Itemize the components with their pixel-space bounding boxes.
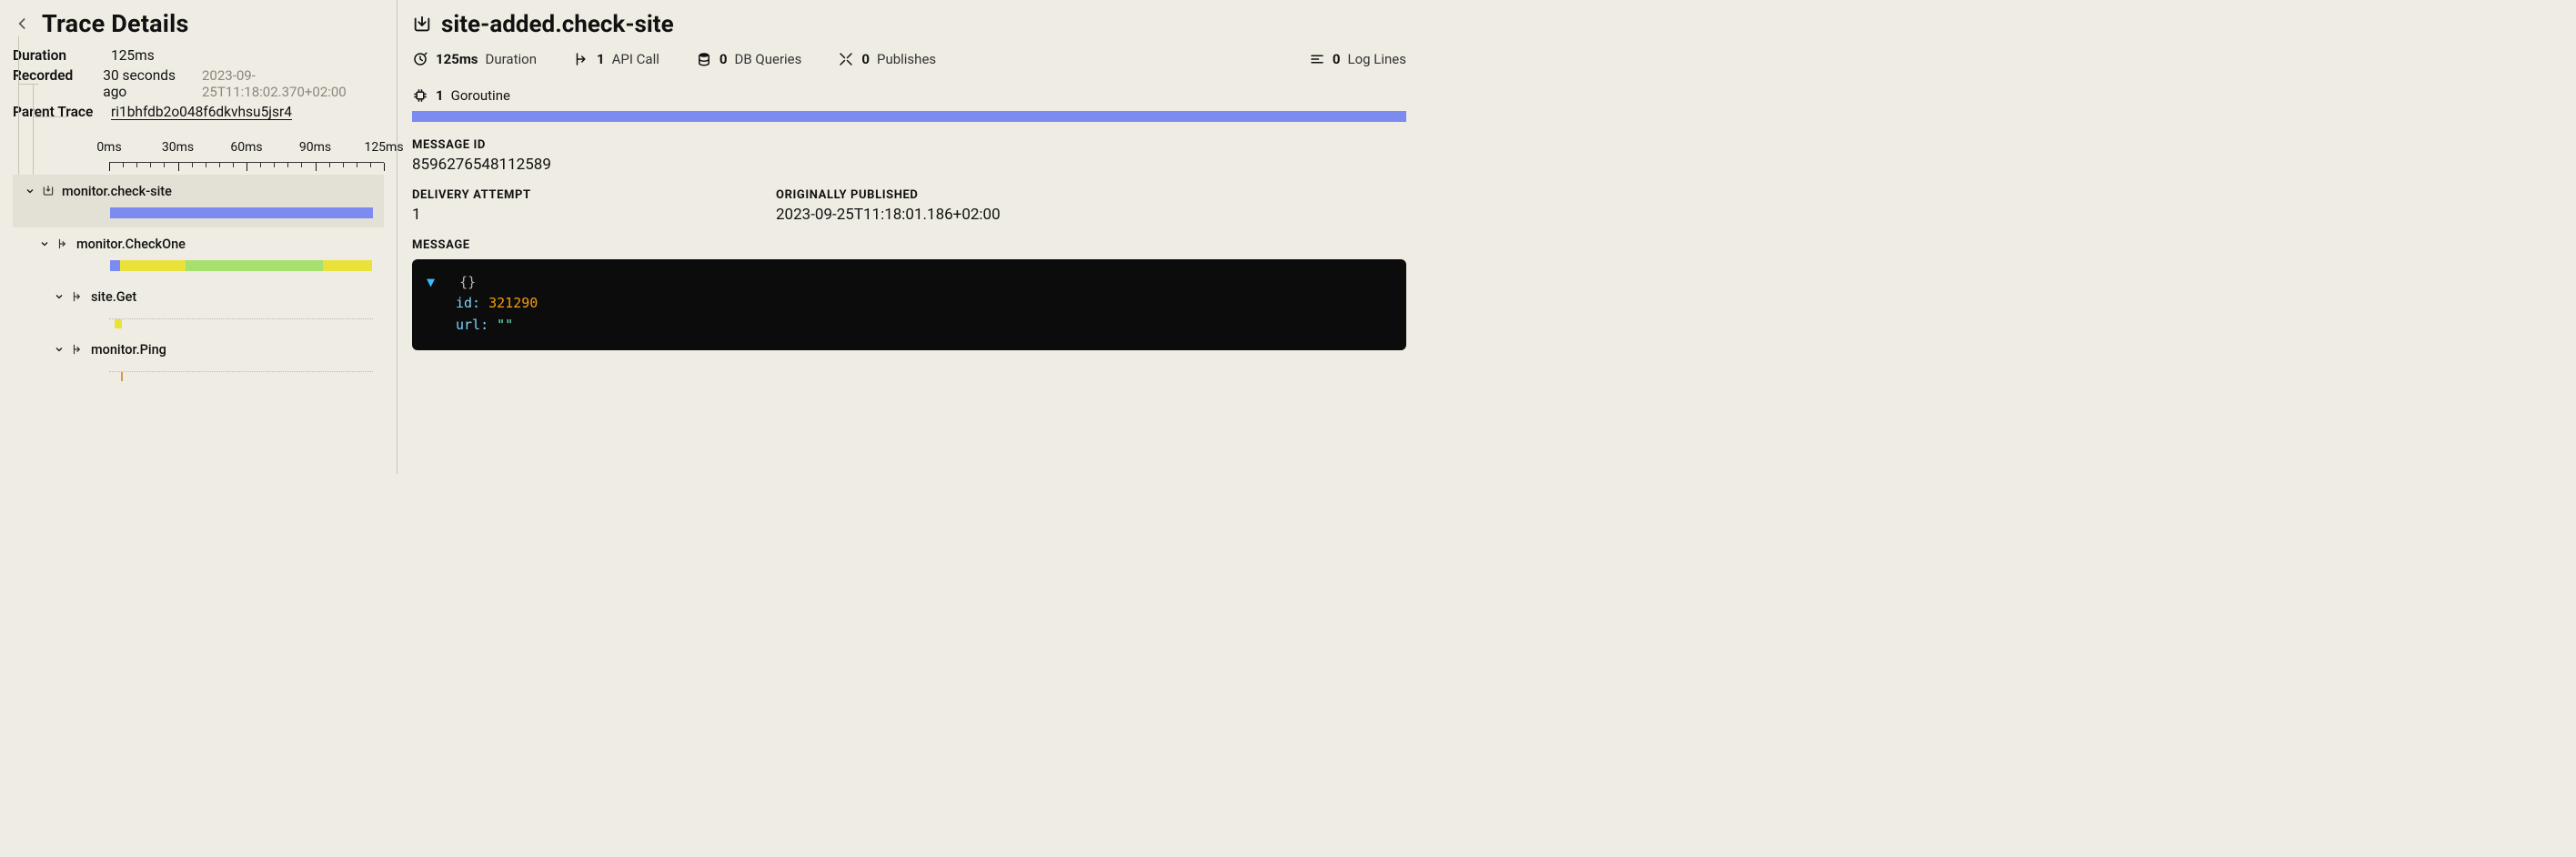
axis-tick: 30ms [162,140,194,155]
json-key-id: id: [456,295,480,311]
database-icon [696,51,712,67]
page-title: Trace Details [42,9,189,38]
cpu-icon [412,87,428,104]
span-row[interactable]: site.Get [13,280,384,333]
stat-goroutines: 1Goroutine [412,87,1406,104]
span-tree: monitor.check-site monitor.CheckOne site.G… [13,175,384,386]
api-call-icon [573,51,589,67]
message-label: MESSAGE [412,238,1406,252]
message-json[interactable]: ▼ {} id: 321290 url: "" [412,259,1406,350]
chevron-down-icon[interactable] [24,186,36,197]
span-segment [121,372,123,381]
span-name: site.Get [91,289,136,305]
span-segment [323,260,372,271]
log-lines-icon [1309,51,1325,67]
panel-timeline-bar [412,111,1406,122]
json-brace: {} [459,274,476,290]
recorded-label: Recorded [13,67,103,84]
span-bar-track [109,260,373,271]
publish-icon [42,185,55,197]
panel-title: site-added.check-site [441,11,674,38]
back-arrow-icon[interactable] [13,14,33,34]
api-call-icon [71,290,84,303]
span-name: monitor.CheckOne [76,237,186,252]
axis-tick: 125ms [364,140,403,155]
span-segment [186,260,323,271]
duration-value: 125ms [111,47,155,64]
api-call-icon [56,237,69,250]
span-bar-track [109,371,373,382]
timeline-ruler [109,162,384,171]
stat-duration: 125msDuration [412,51,537,67]
json-collapse-toggle[interactable]: ▼ [427,272,443,293]
chevron-down-icon[interactable] [53,344,65,355]
span-segment [110,260,119,271]
span-segment [110,207,373,218]
span-row[interactable]: monitor.CheckOne [13,227,384,280]
parent-trace-link[interactable]: ri1bhfdb2o048f6dkvhsu5jsr4 [111,104,292,120]
span-row[interactable]: monitor.check-site [13,175,384,227]
json-val-id: 321290 [488,295,538,311]
parent-trace-label: Parent Trace [13,104,111,120]
stat-publishes: 0Publishes [838,51,936,67]
delivery-attempt-label: DELIVERY ATTEMPT [412,188,721,202]
clock-icon [412,51,428,67]
delivery-attempt-value: 1 [412,206,721,224]
publishes-icon [838,51,854,67]
span-bar-track [109,207,373,218]
json-val-url: "" [497,317,513,333]
chevron-down-icon[interactable] [53,291,65,302]
span-name: monitor.Ping [91,342,166,358]
span-bar-track [109,318,373,329]
originally-published-label: ORIGINALLY PUBLISHED [776,188,1406,202]
timeline-axis: 0ms30ms60ms90ms125ms [109,140,384,158]
stat-db-queries: 0DB Queries [696,51,802,67]
span-segment [115,319,123,328]
stat-api-calls: 1API Call [573,51,659,67]
duration-label: Duration [13,47,111,64]
span-row[interactable]: monitor.Ping [13,333,384,386]
originally-published-value: 2023-09-25T11:18:01.186+02:00 [776,206,1406,224]
chevron-down-icon[interactable] [38,238,51,249]
api-call-icon [71,343,84,356]
publish-icon [412,15,432,35]
recorded-value: 30 seconds ago [103,67,195,100]
message-id-label: MESSAGE ID [412,138,1406,152]
json-key-url: url: [456,317,488,333]
axis-tick: 60ms [230,140,262,155]
message-id-value: 8596276548112589 [412,156,1406,174]
span-name: monitor.check-site [62,184,172,199]
axis-tick: 90ms [299,140,331,155]
recorded-timestamp: 2023-09-25T11:18:02.370+02:00 [202,67,384,100]
axis-tick: 0ms [96,140,121,155]
stat-log-lines: 0Log Lines [1309,51,1406,67]
span-segment [120,260,186,271]
